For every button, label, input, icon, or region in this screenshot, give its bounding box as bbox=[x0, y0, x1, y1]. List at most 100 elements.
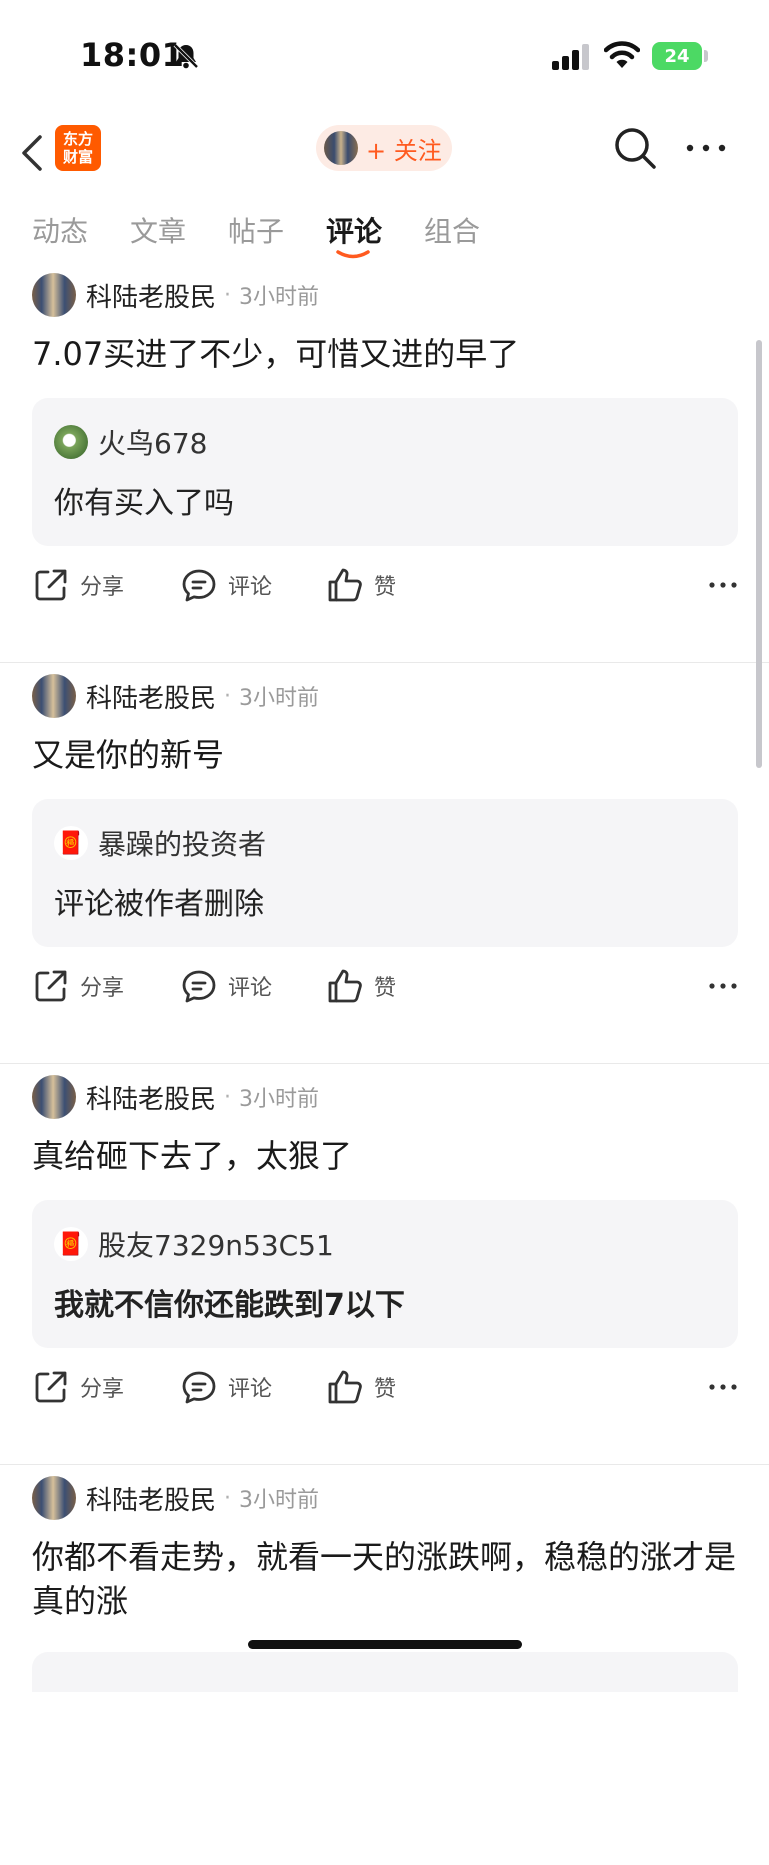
share-label: 分享 bbox=[80, 976, 125, 1001]
profile-avatar bbox=[324, 131, 358, 165]
share-icon bbox=[35, 970, 67, 1002]
search-icon[interactable] bbox=[612, 125, 658, 171]
more-icon[interactable] bbox=[708, 1382, 738, 1392]
author-name[interactable]: 科陆老股民 bbox=[86, 1079, 216, 1116]
comment-item: 科陆老股民 · 3小时前 真给砸下去了，太狠了 🧧 股友7329n53C51 我… bbox=[0, 1064, 769, 1465]
reply-avatar: 🧧 bbox=[54, 826, 88, 860]
tab-posts[interactable]: 帖子 bbox=[228, 210, 284, 250]
back-chevron-icon[interactable] bbox=[18, 133, 48, 173]
quoted-reply-partial bbox=[32, 1652, 738, 1692]
tab-portfolio[interactable]: 组合 bbox=[424, 210, 480, 250]
app-logo[interactable]: 东方 财富 bbox=[55, 125, 101, 171]
bell-off-icon bbox=[173, 43, 199, 69]
tab-activity[interactable]: 动态 bbox=[32, 210, 88, 250]
post-time: 3小时前 bbox=[239, 1087, 320, 1112]
action-bar: 分享 评论 赞 bbox=[32, 1364, 738, 1410]
comment-item: 科陆老股民 · 3小时前 又是你的新号 🧧 暴躁的投资者 评论被作者删除 分享 … bbox=[0, 663, 769, 1064]
home-indicator[interactable] bbox=[248, 1640, 522, 1649]
status-bar: 18:01 24 bbox=[0, 0, 769, 110]
post-header: 科陆老股民 · 3小时前 bbox=[32, 673, 319, 719]
scrollbar[interactable] bbox=[756, 340, 762, 768]
status-time: 18:01 bbox=[80, 36, 185, 74]
reply-header: 🧧 股友7329n53C51 bbox=[54, 1224, 334, 1264]
follow-label: + 关注 bbox=[366, 136, 442, 165]
quoted-reply[interactable]: 火鸟678 你有买入了吗 bbox=[32, 398, 738, 546]
post-time: 3小时前 bbox=[239, 686, 320, 711]
comment-button[interactable]: 评论 bbox=[180, 963, 272, 1009]
comment-button[interactable]: 评论 bbox=[180, 562, 272, 608]
reply-text: 评论被作者删除 bbox=[54, 887, 264, 922]
author-avatar[interactable] bbox=[32, 1075, 76, 1119]
reply-avatar bbox=[54, 425, 88, 459]
author-name[interactable]: 科陆老股民 bbox=[86, 1480, 216, 1517]
more-options-icon[interactable] bbox=[684, 135, 728, 161]
battery-level: 24 bbox=[664, 45, 690, 67]
like-label: 赞 bbox=[374, 1377, 397, 1402]
logo-line-1: 东方 bbox=[62, 130, 93, 148]
reply-header: 🧧 暴躁的投资者 bbox=[54, 823, 266, 863]
comment-label: 评论 bbox=[228, 976, 273, 1001]
share-button[interactable]: 分享 bbox=[32, 562, 124, 608]
comment-text[interactable]: 7.07买进了不少，可惜又进的早了 bbox=[32, 332, 737, 376]
share-label: 分享 bbox=[80, 1377, 125, 1402]
share-icon bbox=[35, 1371, 67, 1403]
comment-icon bbox=[182, 970, 216, 1003]
separator-dot: · bbox=[224, 1485, 232, 1511]
comment-text[interactable]: 又是你的新号 bbox=[32, 733, 737, 777]
comment-text[interactable]: 你都不看走势，就看一天的涨跌啊，稳稳的涨才是真的涨 bbox=[32, 1535, 737, 1623]
like-label: 赞 bbox=[374, 976, 397, 1001]
tab-articles[interactable]: 文章 bbox=[130, 210, 186, 250]
separator-dot: · bbox=[224, 282, 232, 308]
author-avatar[interactable] bbox=[32, 1476, 76, 1520]
top-nav: 东方 财富 + 关注 bbox=[0, 115, 769, 195]
follow-button[interactable]: + 关注 bbox=[316, 125, 452, 171]
thumbs-up-icon bbox=[328, 568, 362, 602]
action-bar: 分享 评论 赞 bbox=[32, 963, 738, 1009]
thumbs-up-icon bbox=[328, 1370, 362, 1404]
share-button[interactable]: 分享 bbox=[32, 963, 124, 1009]
like-button[interactable]: 赞 bbox=[326, 963, 396, 1009]
comment-icon bbox=[182, 569, 216, 602]
battery-cap bbox=[704, 50, 708, 62]
reply-avatar: 🧧 bbox=[54, 1227, 88, 1261]
author-name[interactable]: 科陆老股民 bbox=[86, 277, 216, 314]
separator-dot: · bbox=[224, 683, 232, 709]
share-button[interactable]: 分享 bbox=[32, 1364, 124, 1410]
action-bar: 分享 评论 赞 bbox=[32, 562, 738, 608]
comment-icon bbox=[182, 1371, 216, 1404]
post-time: 3小时前 bbox=[239, 1488, 320, 1513]
reply-text: 我就不信你还能跌到7以下 bbox=[54, 1288, 405, 1323]
share-icon bbox=[35, 569, 67, 601]
reply-text: 你有买入了吗 bbox=[54, 486, 234, 521]
like-button[interactable]: 赞 bbox=[326, 562, 396, 608]
quoted-reply[interactable]: 🧧 股友7329n53C51 我就不信你还能跌到7以下 bbox=[32, 1200, 738, 1348]
tab-comments[interactable]: 评论 bbox=[326, 210, 382, 250]
comment-item: 科陆老股民 · 3小时前 7.07买进了不少，可惜又进的早了 火鸟678 你有买… bbox=[0, 262, 769, 663]
comment-feed: 科陆老股民 · 3小时前 7.07买进了不少，可惜又进的早了 火鸟678 你有买… bbox=[0, 262, 769, 1865]
author-avatar[interactable] bbox=[32, 273, 76, 317]
tab-bar: 动态 文章 帖子 评论 组合 bbox=[0, 206, 769, 262]
more-icon[interactable] bbox=[708, 981, 738, 991]
like-button[interactable]: 赞 bbox=[326, 1364, 396, 1410]
post-header: 科陆老股民 · 3小时前 bbox=[32, 272, 319, 318]
comment-label: 评论 bbox=[228, 575, 273, 600]
quoted-reply[interactable]: 🧧 暴躁的投资者 评论被作者删除 bbox=[32, 799, 738, 947]
comment-text[interactable]: 真给砸下去了，太狠了 bbox=[32, 1134, 737, 1178]
comment-button[interactable]: 评论 bbox=[180, 1364, 272, 1410]
author-avatar[interactable] bbox=[32, 674, 76, 718]
separator-dot: · bbox=[224, 1084, 232, 1110]
reply-author: 火鸟678 bbox=[98, 427, 208, 460]
battery-indicator: 24 bbox=[652, 42, 702, 70]
author-name[interactable]: 科陆老股民 bbox=[86, 678, 216, 715]
like-label: 赞 bbox=[374, 575, 397, 600]
comment-label: 评论 bbox=[228, 1377, 273, 1402]
logo-line-2: 财富 bbox=[62, 148, 93, 166]
thumbs-up-icon bbox=[328, 969, 362, 1003]
cellular-signal-icon bbox=[552, 44, 589, 70]
share-label: 分享 bbox=[80, 575, 125, 600]
more-icon[interactable] bbox=[708, 580, 738, 590]
post-time: 3小时前 bbox=[239, 285, 320, 310]
reply-author: 股友7329n53C51 bbox=[98, 1229, 334, 1262]
post-header: 科陆老股民 · 3小时前 bbox=[32, 1074, 319, 1120]
active-tab-indicator bbox=[336, 250, 370, 259]
